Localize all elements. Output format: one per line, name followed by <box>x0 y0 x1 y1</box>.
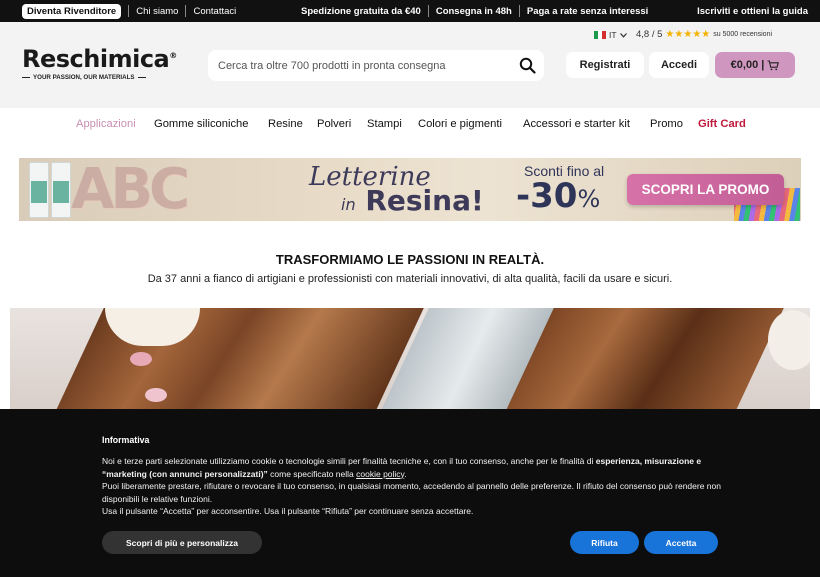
divider <box>128 5 130 17</box>
nav-item-applicazioni[interactable]: Applicazioni <box>76 118 136 130</box>
nav-item-promo[interactable]: Promo <box>650 118 683 130</box>
divider <box>518 5 520 17</box>
cookie-banner: Informativa Noi e terze parti selezionat… <box>0 409 820 577</box>
login-button[interactable]: Accedi <box>649 52 709 78</box>
customize-button[interactable]: Scopri di più e personalizza <box>102 531 262 554</box>
logo[interactable]: Reschimica® YOUR PASSION, OUR MATERIALS <box>22 45 177 81</box>
banner-letters: ABC <box>71 158 190 221</box>
nav-item-stampi[interactable]: Stampi <box>367 118 402 130</box>
cookie-title: Informativa <box>102 435 150 445</box>
top-bar: Diventa Rivenditore Chi siamo Contattaci… <box>0 0 820 22</box>
top-bar-benefits: Spedizione gratuita da €40 Consegna in 4… <box>301 0 648 22</box>
page-title: TRASFORMIAMO LE PASSIONI IN REALTÀ. <box>275 252 545 267</box>
language-label: IT <box>609 30 617 40</box>
hero-image <box>10 308 810 410</box>
header: Reschimica® YOUR PASSION, OUR MATERIALS … <box>0 22 820 108</box>
italy-flag-icon <box>594 31 606 39</box>
cookie-text: Noi e terze parti selezionate utilizziam… <box>102 455 722 518</box>
nav-item-polveri[interactable]: Polveri <box>317 118 351 130</box>
chevron-down-icon <box>619 30 627 40</box>
nav-item-gift-card[interactable]: Gift Card <box>698 118 746 130</box>
search-input[interactable] <box>218 59 508 72</box>
wood-piece-image <box>506 308 784 410</box>
discount-value: -30% <box>516 176 601 216</box>
cookie-policy-link[interactable]: cookie policy <box>356 469 404 479</box>
nav-item-colori-pigmenti[interactable]: Colori e pigmenti <box>418 118 502 130</box>
accept-button[interactable]: Accetta <box>644 531 718 554</box>
banner-headline-2: in Resina! <box>341 184 484 217</box>
contacts-link[interactable]: Contattaci <box>193 6 236 17</box>
nav-item-resine[interactable]: Resine <box>268 118 303 130</box>
sphere-image <box>768 310 810 370</box>
newsletter-link[interactable]: Iscriviti e ottieni la guida <box>697 6 808 17</box>
flower-image <box>145 388 167 402</box>
page-subtitle: Da 37 anni a fianco di artigiani e profe… <box>147 273 673 285</box>
about-link[interactable]: Chi siamo <box>136 6 178 17</box>
delivery-text: Consegna in 48h <box>435 5 512 17</box>
logo-tagline: YOUR PASSION, OUR MATERIALS <box>22 74 177 81</box>
flower-image <box>130 352 152 366</box>
main-nav: Applicazioni Gomme siliconiche Resine Po… <box>0 108 820 140</box>
top-bar-right: Iscriviti e ottieni la guida <box>697 0 808 22</box>
page: Diventa Rivenditore Chi siamo Contattaci… <box>0 0 820 577</box>
cookie-paragraph: Noi e terze parti selezionate utilizziam… <box>102 456 702 479</box>
free-shipping-text: Spedizione gratuita da €40 <box>301 5 421 17</box>
cookie-paragraph: Usa il pulsante “Accetta” per acconsenti… <box>102 506 474 517</box>
nav-item-accessori[interactable]: Accessori e starter kit <box>523 118 630 130</box>
cookie-paragraph: Puoi liberamente prestare, rifiutare o r… <box>102 481 721 504</box>
cart-button[interactable]: €0,00 | <box>715 52 795 78</box>
rating-value: 4,8 / 5 <box>636 29 663 40</box>
discover-promo-button[interactable]: SCOPRI LA PROMO <box>627 174 784 205</box>
search-bar <box>208 50 544 81</box>
reviews-count: su 5000 recensioni <box>713 31 773 38</box>
search-icon[interactable] <box>519 57 536 79</box>
rating-summary[interactable]: 4,8 / 5 ★★★★★ su 5000 recensioni <box>636 29 772 40</box>
installments-text: Paga a rate senza interessi <box>526 5 649 17</box>
divider <box>427 5 429 17</box>
reseller-link[interactable]: Diventa Rivenditore <box>22 3 122 19</box>
promo-banner[interactable]: ABC Letterine in Resina! Sconti fino al … <box>19 158 801 221</box>
stars-icon: ★★★★★ <box>665 29 711 40</box>
divider <box>185 5 187 17</box>
register-button[interactable]: Registrati <box>566 52 644 78</box>
reject-button[interactable]: Rifiuta <box>570 531 639 554</box>
logo-wordmark: Reschimica® <box>22 45 177 73</box>
product-bottle-image <box>51 162 71 218</box>
nav-item-gomme-siliconiche[interactable]: Gomme siliconiche <box>154 118 249 130</box>
product-bottle-image <box>29 162 49 218</box>
cart-icon <box>767 59 780 71</box>
cart-total: €0,00 | <box>730 59 765 71</box>
language-selector[interactable]: IT <box>594 30 627 40</box>
